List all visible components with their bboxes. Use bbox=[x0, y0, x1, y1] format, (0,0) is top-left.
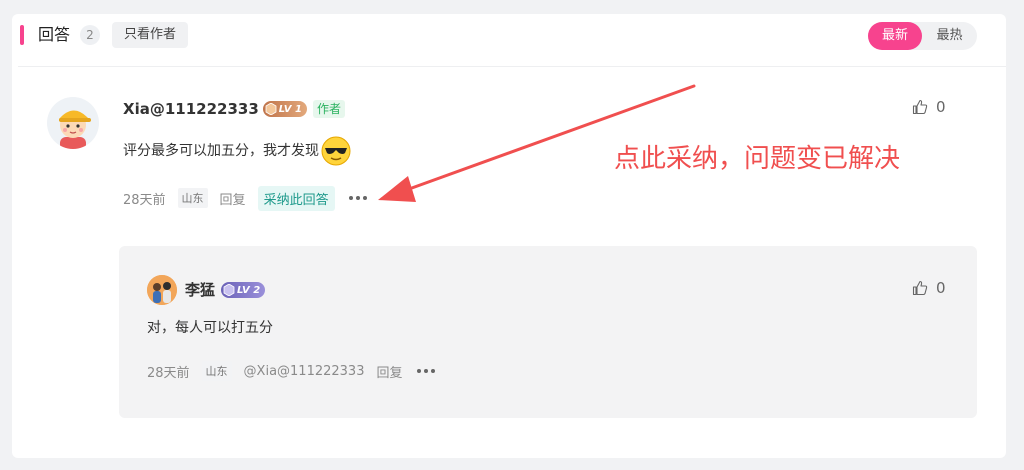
reply-username[interactable]: 李猛 bbox=[185, 279, 215, 301]
annotation-text: 点此采纳，问题变已解决 bbox=[614, 144, 901, 174]
reply-more-options-button[interactable] bbox=[415, 365, 437, 377]
more-dots-icon bbox=[416, 369, 421, 373]
reply-level-text: LV 2 bbox=[237, 284, 261, 296]
reply-location-tag: 山东 bbox=[201, 361, 232, 381]
reply-mention-link[interactable]: @Xia@111222333 bbox=[244, 364, 365, 379]
reply-level-badge: LV 2 bbox=[221, 282, 266, 298]
reply-meta: 28天前 山东 @Xia@111222333 回复 bbox=[147, 359, 449, 383]
reply-like-count: 0 bbox=[936, 279, 946, 297]
reply-avatar-icon bbox=[147, 275, 177, 305]
reply-like-button[interactable]: 0 bbox=[912, 279, 946, 297]
reply-user-line: 李猛 LV 2 bbox=[185, 279, 266, 301]
reply-time: 28天前 bbox=[147, 365, 190, 381]
reply-reply-link[interactable]: 回复 bbox=[376, 362, 402, 381]
reply-avatar[interactable] bbox=[147, 275, 177, 305]
reply-text: 对，每人可以打五分 bbox=[147, 320, 273, 336]
level-gem-icon bbox=[223, 284, 235, 296]
thumbs-up-icon bbox=[912, 280, 928, 296]
